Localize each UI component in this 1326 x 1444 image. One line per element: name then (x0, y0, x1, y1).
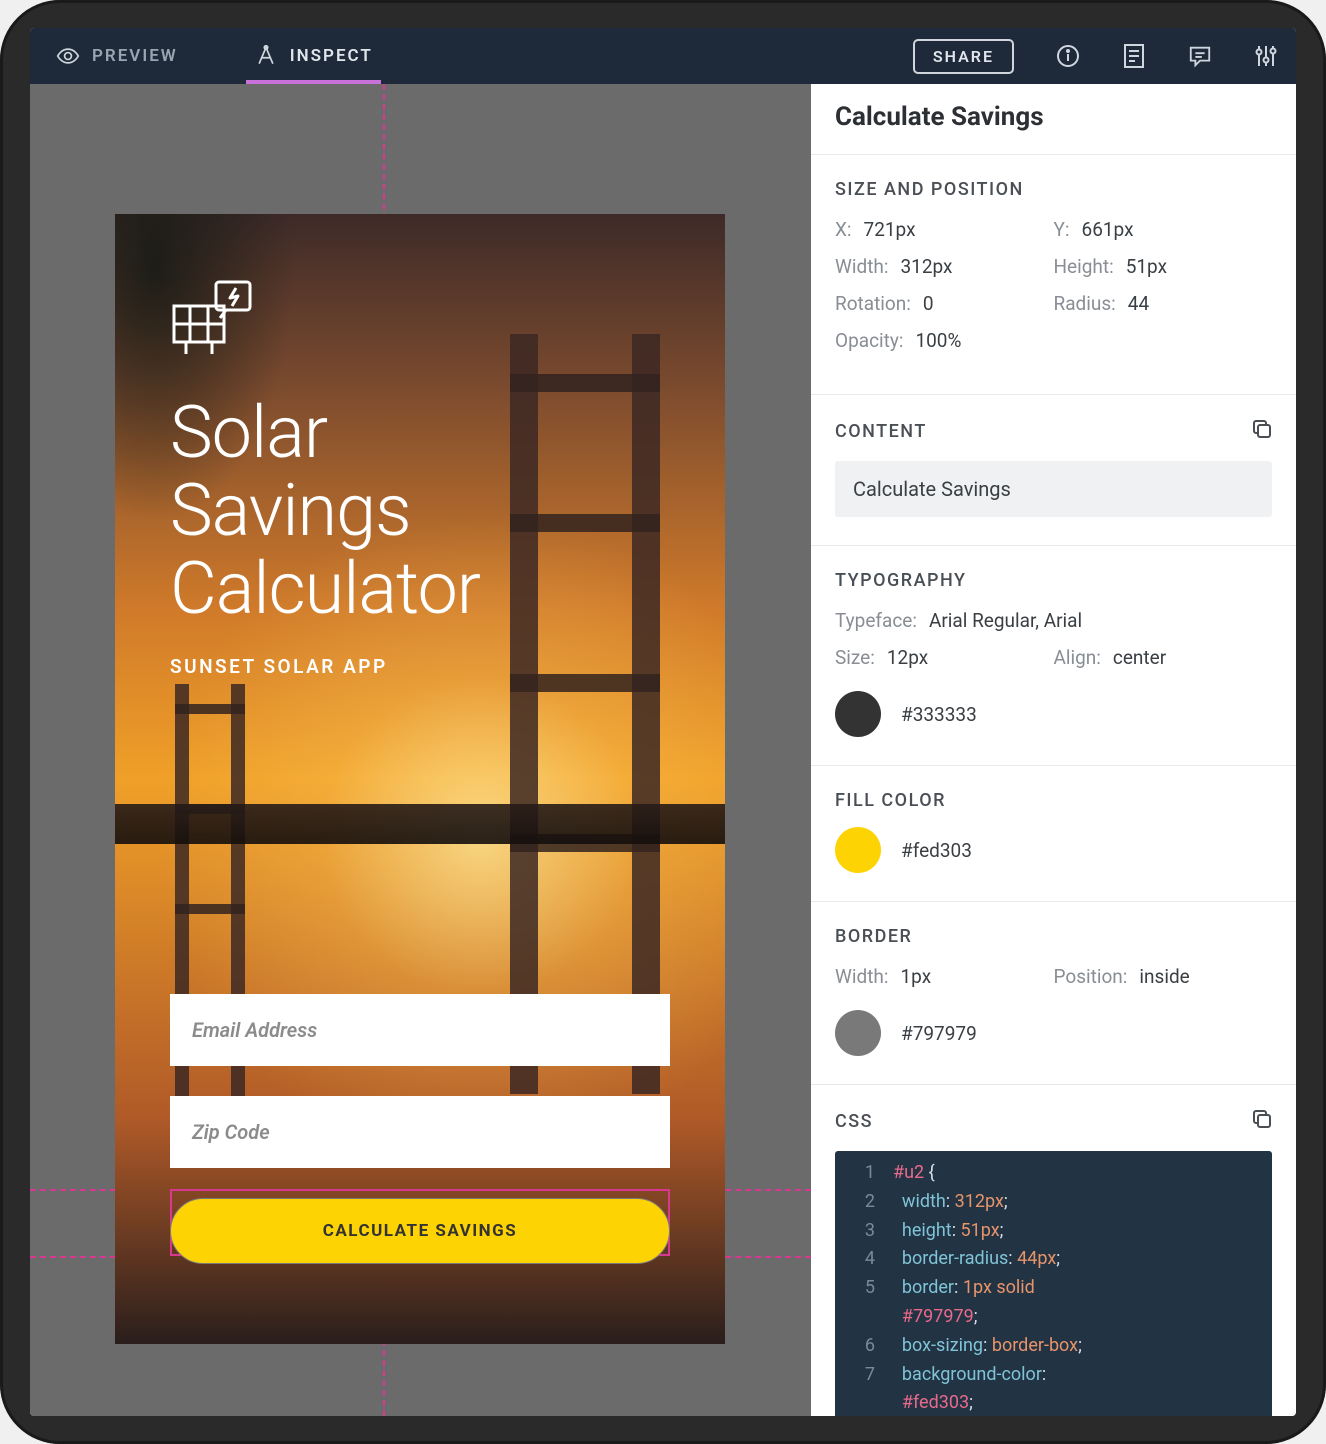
section-heading: CSS (835, 1111, 873, 1132)
code-line: 2 width: 312px; (835, 1188, 1272, 1217)
copy-icon[interactable] (1252, 419, 1272, 443)
email-field[interactable]: Email Address (170, 994, 670, 1066)
section-fill: FILL COLOR #fed303 (811, 765, 1296, 901)
section-size-position: SIZE AND POSITION X:721px Y:661px Width:… (811, 154, 1296, 394)
copy-icon[interactable] (1252, 1109, 1272, 1133)
artboard-subtitle: SUNSET SOLAR APP (170, 655, 670, 678)
placeholder-text: Email Address (192, 1018, 317, 1042)
info-icon[interactable] (1056, 44, 1080, 68)
prop-typeface: Typeface:Arial Regular, Arial (835, 609, 1272, 632)
prop-x: X:721px (835, 218, 1054, 241)
color-swatch (835, 827, 881, 873)
tab-preview[interactable]: PREVIEW (48, 28, 186, 84)
color-hex: #797979 (901, 1022, 977, 1045)
color-swatch (835, 1010, 881, 1056)
zip-field[interactable]: Zip Code (170, 1096, 670, 1168)
fill-color[interactable]: #fed303 (835, 827, 1272, 873)
settings-sliders-icon[interactable] (1254, 44, 1278, 68)
comment-icon[interactable] (1188, 44, 1212, 68)
code-line: #797979; (835, 1303, 1272, 1332)
prop-border-width: Width:1px (835, 965, 1054, 988)
color-hex: #fed303 (901, 839, 972, 862)
artboard-content: Solar Savings Calculator SUNSET SOLAR AP… (115, 214, 725, 1344)
prop-border-position: Position:inside (1054, 965, 1273, 988)
main: Solar Savings Calculator SUNSET SOLAR AP… (30, 84, 1296, 1416)
compass-icon (254, 44, 278, 68)
content-value[interactable]: Calculate Savings (835, 461, 1272, 517)
device-frame: PREVIEW INSPECT SHARE (0, 0, 1326, 1444)
prop-align: Align:center (1054, 646, 1273, 669)
prop-y: Y:661px (1054, 218, 1273, 241)
code-line: 4 border-radius: 44px; (835, 1245, 1272, 1274)
section-heading: CONTENT (835, 421, 927, 442)
tab-bar: PREVIEW INSPECT (48, 28, 381, 84)
section-heading: SIZE AND POSITION (835, 179, 1272, 200)
border-color[interactable]: #797979 (835, 1010, 1272, 1056)
prop-opacity: Opacity:100% (835, 329, 1272, 352)
title-line: Savings (170, 472, 670, 550)
tab-label: PREVIEW (92, 46, 178, 66)
artboard[interactable]: Solar Savings Calculator SUNSET SOLAR AP… (115, 214, 725, 1344)
button-label: CALCULATE SAVINGS (323, 1221, 517, 1241)
inspector-panel: Calculate Savings SIZE AND POSITION X:72… (811, 84, 1296, 1416)
code-line: 6 box-sizing: border-box; (835, 1332, 1272, 1361)
section-heading: FILL COLOR (835, 790, 1272, 811)
code-line: 7 background-color: (835, 1361, 1272, 1390)
topbar: PREVIEW INSPECT SHARE (30, 28, 1296, 84)
section-border: BORDER Width:1px Position:inside #797979 (811, 901, 1296, 1084)
panel-title: Calculate Savings (811, 84, 1296, 154)
code-line: 3 height: 51px; (835, 1217, 1272, 1246)
css-code[interactable]: 1#u2 {2 width: 312px;3 height: 51px;4 bo… (835, 1151, 1272, 1416)
placeholder-text: Zip Code (192, 1120, 270, 1144)
color-hex: #333333 (901, 703, 977, 726)
share-button[interactable]: SHARE (913, 39, 1014, 74)
prop-width: Width:312px (835, 255, 1054, 278)
solar-panel-icon (170, 278, 260, 356)
form-area: Email Address Zip Code CALCULATE SAVINGS (170, 994, 670, 1264)
document-icon[interactable] (1122, 44, 1146, 68)
section-css: CSS 1#u2 {2 width: 312px;3 height: 51px;… (811, 1084, 1296, 1416)
prop-height: Height:51px (1054, 255, 1273, 278)
section-content: CONTENT Calculate Savings (811, 394, 1296, 545)
canvas[interactable]: Solar Savings Calculator SUNSET SOLAR AP… (30, 84, 811, 1416)
topbar-right: SHARE (913, 39, 1278, 74)
section-heading: TYPOGRAPHY (835, 570, 1272, 591)
calculate-button[interactable]: CALCULATE SAVINGS (170, 1198, 670, 1264)
prop-font-size: Size:12px (835, 646, 1054, 669)
eye-icon (56, 44, 80, 68)
color-swatch (835, 691, 881, 737)
title-line: Solar (170, 394, 670, 472)
code-line: #fed303; (835, 1389, 1272, 1416)
section-heading: BORDER (835, 926, 1272, 947)
title-line: Calculator (170, 550, 670, 628)
section-typography: TYPOGRAPHY Typeface:Arial Regular, Arial… (811, 545, 1296, 765)
device-screen: PREVIEW INSPECT SHARE (30, 28, 1296, 1416)
prop-rotation: Rotation:0 (835, 292, 1054, 315)
code-line: 1#u2 { (835, 1159, 1272, 1188)
tab-inspect[interactable]: INSPECT (246, 28, 381, 84)
typography-color[interactable]: #333333 (835, 691, 1272, 737)
prop-radius: Radius:44 (1054, 292, 1273, 315)
tab-label: INSPECT (290, 46, 373, 66)
artboard-title: Solar Savings Calculator (170, 394, 670, 627)
code-line: 5 border: 1px solid (835, 1274, 1272, 1303)
